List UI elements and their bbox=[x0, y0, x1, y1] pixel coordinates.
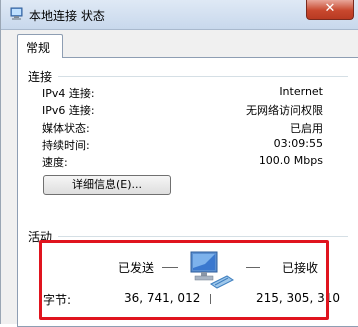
ipv4-label: IPv4 连接: bbox=[42, 87, 95, 100]
speed-value: 100.0 Mbps bbox=[258, 154, 323, 167]
media-state-value: 已启用 bbox=[290, 122, 323, 135]
ipv4-value: Internet bbox=[279, 85, 323, 98]
speed-label: 速度: bbox=[42, 156, 68, 169]
close-button[interactable]: ✕ bbox=[306, 0, 354, 20]
connection-group-title: 连接 bbox=[28, 70, 53, 84]
window-title: 本地连接 状态 bbox=[29, 9, 105, 23]
connection-group-divider bbox=[58, 76, 348, 77]
activity-highlight-box bbox=[39, 240, 329, 320]
media-state-label: 媒体状态: bbox=[42, 122, 90, 135]
title-bar[interactable]: 本地连接 状态 ✕ bbox=[1, 0, 358, 30]
details-button[interactable]: 详细信息(E)... bbox=[43, 175, 171, 195]
tab-general-label: 常规 bbox=[26, 41, 51, 55]
activity-group-divider bbox=[58, 236, 348, 237]
network-connection-icon bbox=[10, 7, 23, 20]
duration-value: 03:09:55 bbox=[273, 137, 323, 150]
ipv6-value: 无网络访问权限 bbox=[246, 104, 323, 117]
duration-label: 持续时间: bbox=[42, 139, 90, 152]
status-window: 本地连接 状态 ✕ 常规 连接 IPv4 连接: Internet IPv6 连… bbox=[0, 0, 358, 327]
ipv6-label: IPv6 连接: bbox=[42, 104, 95, 117]
close-icon: ✕ bbox=[324, 1, 336, 16]
tab-general[interactable]: 常规 bbox=[17, 34, 63, 58]
